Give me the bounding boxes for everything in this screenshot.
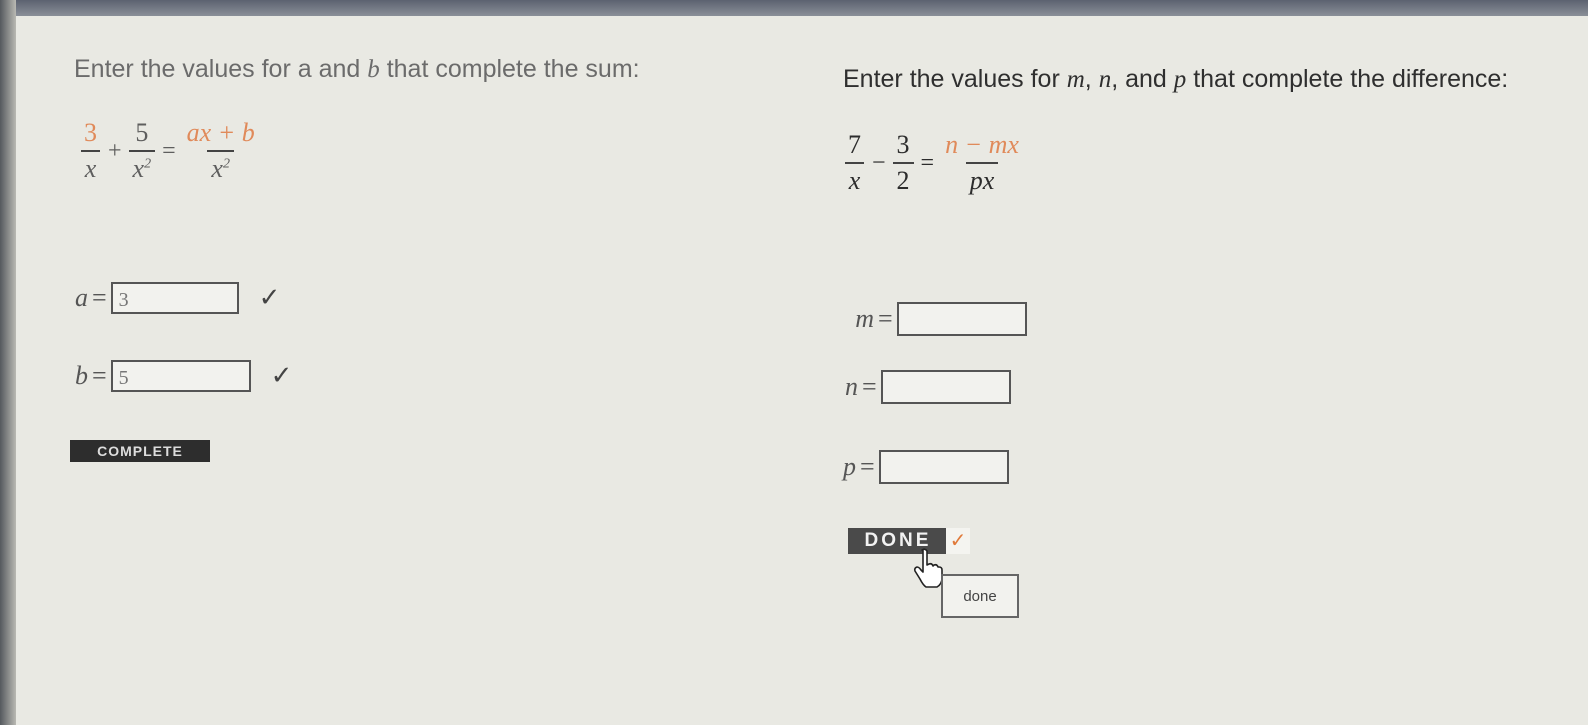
fraction-7-over-x: 7 x xyxy=(844,130,865,196)
b-check-icon: ✓ xyxy=(270,361,293,390)
p-input-row: p = xyxy=(822,450,1009,484)
m-label: m xyxy=(855,304,874,333)
fraction-result: ax + b x2 xyxy=(186,118,255,183)
b-input[interactable]: 5 xyxy=(110,360,251,392)
fraction-3-over-x: 3 x xyxy=(80,118,101,184)
difference-equation: 7 x − 3 2 = n − mx px xyxy=(840,130,1027,196)
p-label: p xyxy=(843,452,856,481)
n-label: n xyxy=(845,372,858,401)
fraction-3-over-2: 3 2 xyxy=(892,130,914,196)
b-label: b xyxy=(75,361,88,390)
sum-equation: 3 x + 5 x2 = ax + b x2 xyxy=(76,118,263,184)
m-input[interactable] xyxy=(896,302,1027,336)
a-check-icon: ✓ xyxy=(258,283,281,312)
sum-instructions: Enter the values for a and b that comple… xyxy=(74,55,640,83)
m-input-row: m = xyxy=(840,302,1027,336)
a-input-row: a = 3 ✓ xyxy=(54,282,280,314)
n-input[interactable] xyxy=(880,370,1011,404)
left-edge xyxy=(0,0,16,725)
a-input[interactable]: 3 xyxy=(110,282,239,314)
a-label: a xyxy=(75,283,88,312)
done-tooltip: done xyxy=(941,574,1019,618)
difference-instructions: Enter the values for m, n, and p that co… xyxy=(843,65,1509,93)
n-input-row: n = xyxy=(824,370,1011,404)
fraction-result-right: n − mx px xyxy=(945,130,1019,195)
top-bar xyxy=(0,0,1588,16)
complete-button[interactable]: COMPLETE xyxy=(70,440,210,462)
p-input[interactable] xyxy=(878,450,1009,484)
b-input-row: b = 5 ✓ xyxy=(54,360,292,392)
fraction-5-over-x2: 5 x2 xyxy=(128,118,156,184)
